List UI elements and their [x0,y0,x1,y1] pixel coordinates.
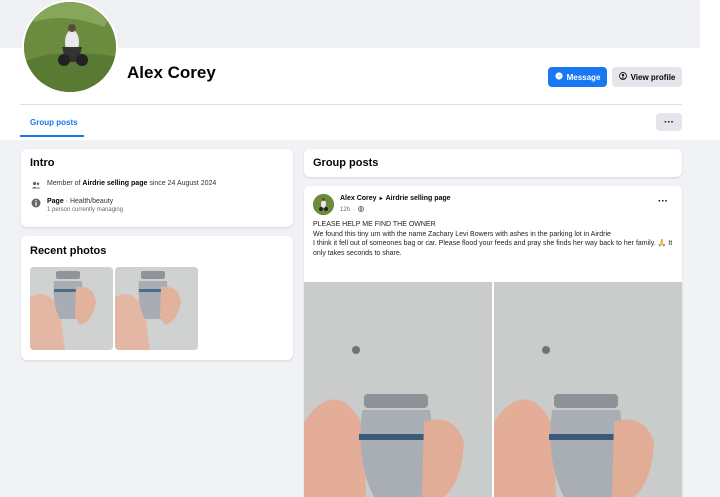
post-author-avatar[interactable] [313,194,334,215]
profile-avatar[interactable] [22,0,118,94]
post-line: We found this tiny urn with the name Zac… [313,230,611,238]
globe-icon [358,206,364,214]
group-post: Alex Corey ▸ Airdrie selling page 12h · … [304,186,682,497]
tab-group-posts[interactable]: Group posts [30,118,78,127]
post-line: I think it fell out of someones bag or c… [313,240,673,257]
post-options-button[interactable]: ··· [658,196,668,207]
header-divider [20,104,682,105]
post-line: PLEASE HELP ME FIND THE OWNER [313,221,436,228]
group-link[interactable]: Airdrie selling page [82,180,147,187]
recent-photos-title: Recent photos [30,245,107,257]
post-photo[interactable] [494,282,682,497]
intro-title: Intro [30,157,55,169]
recent-photo-thumbnail[interactable] [30,267,113,350]
profile-header: Alex Corey Message View profile Group po… [0,0,720,140]
post-author-name[interactable]: Alex Corey [340,195,377,202]
post-header: Alex Corey ▸ Airdrie selling page [340,195,451,202]
message-button-label: Message [566,72,601,82]
post-group-name[interactable]: Airdrie selling page [386,195,451,202]
post-time[interactable]: 12h [340,207,350,213]
page-managers: 1 person currently managing [47,207,124,213]
post-body: PLEASE HELP ME FIND THE OWNER We found t… [313,220,675,258]
member-since: since 24 August 2024 [147,180,217,187]
view-profile-label: View profile [630,72,676,82]
messenger-icon [554,72,563,82]
post-meta: 12h · [340,206,364,214]
page-category: · Health/beauty [63,198,114,205]
intro-page-row: Page · Health/beauty 1 person currently … [30,198,123,213]
info-icon [30,198,41,209]
group-posts-header: Group posts [304,149,682,177]
message-button[interactable]: Message [548,67,607,87]
arrow-icon: ▸ [379,196,383,202]
group-icon [30,180,41,191]
intro-card: Intro Member of Airdrie selling page sin… [21,149,293,227]
view-profile-button[interactable]: View profile [612,67,682,87]
user-icon [618,72,627,82]
intro-membership-row: Member of Airdrie selling page since 24 … [30,180,216,191]
post-photo[interactable] [304,282,492,497]
group-posts-title: Group posts [313,157,379,169]
profile-name: Alex Corey [127,63,216,82]
active-tab-indicator [20,135,84,137]
recent-photo-thumbnail[interactable] [115,267,198,350]
page-label: Page [47,198,64,205]
member-prefix: Member of [47,180,83,187]
more-options-button[interactable]: ··· [656,113,682,131]
recent-photos-card: Recent photos [21,236,293,360]
